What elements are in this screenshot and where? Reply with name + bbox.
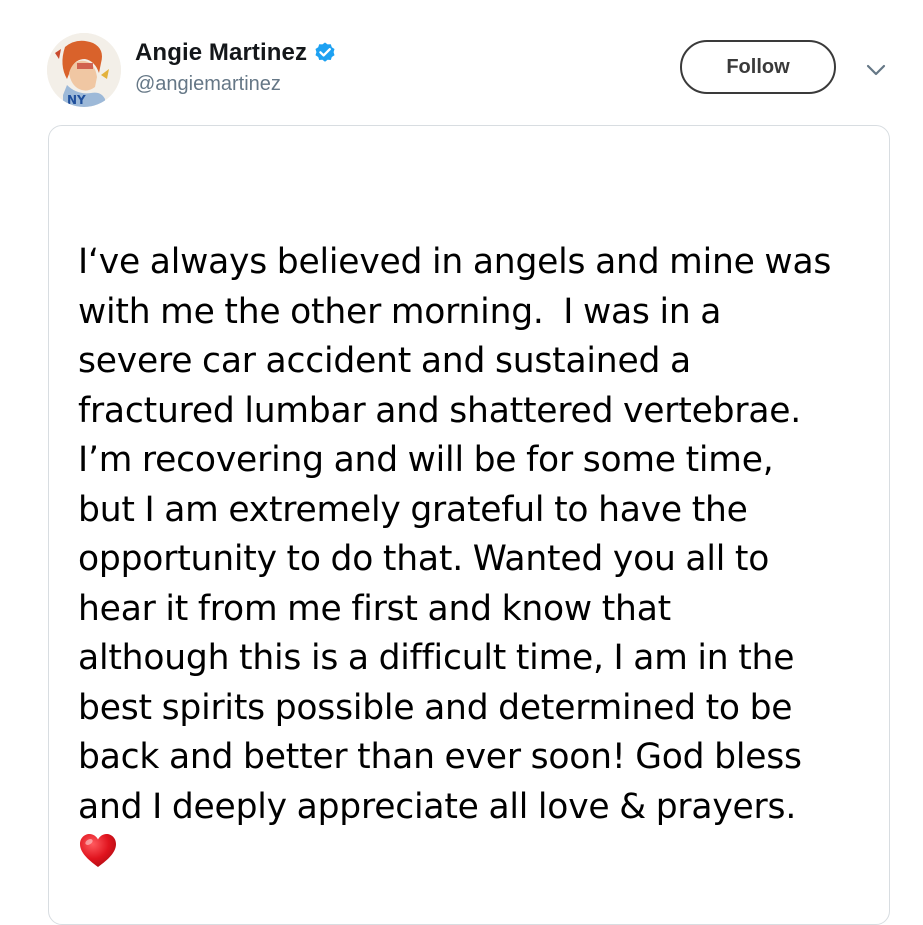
text-line: best spirits possible and determined to … — [78, 687, 793, 728]
text-line: and I deeply appreciate all love & praye… — [78, 786, 797, 827]
text-line: although this is a difficult time, I am … — [78, 638, 795, 678]
user-block: Angie Martinez @angiemartinez — [135, 38, 337, 96]
follow-button[interactable]: Follow — [680, 40, 836, 94]
tweet-media-card[interactable]: I‘ve always believed in angels and mine … — [48, 125, 890, 925]
notes-text-body: I‘ve always believed in angels and mine … — [78, 238, 878, 832]
display-name[interactable]: Angie Martinez — [135, 39, 307, 67]
verified-badge-icon — [313, 41, 337, 65]
text-line: severe car accident and sustained a — [78, 341, 691, 381]
more-options-button[interactable] — [862, 58, 890, 82]
text-line: I’m recovering and will be for some time… — [78, 440, 774, 480]
text-line: fractured lumbar and shattered vertebrae… — [78, 390, 802, 431]
chevron-down-icon — [866, 64, 886, 76]
text-line: hear it from me first and know that — [78, 588, 671, 629]
text-line: back and better than ever soon! God bles… — [78, 737, 802, 777]
name-row: Angie Martinez — [135, 38, 337, 68]
text-line: opportunity to do that. Wanted you all t… — [78, 539, 770, 579]
avatar-photo: NY — [47, 33, 121, 107]
text-line: but I am extremely grateful to have the — [78, 489, 748, 530]
text-line: with me the other morning. I was in a — [78, 291, 722, 332]
tweet-header: NY Angie Martinez @angiemartinez Follow — [0, 0, 923, 120]
avatar[interactable]: NY — [47, 33, 121, 107]
text-line: I‘ve always believed in angels and mine … — [78, 242, 832, 282]
red-heart-icon — [79, 833, 117, 869]
svg-text:NY: NY — [67, 93, 86, 107]
handle[interactable]: @angiemartinez — [135, 73, 337, 96]
